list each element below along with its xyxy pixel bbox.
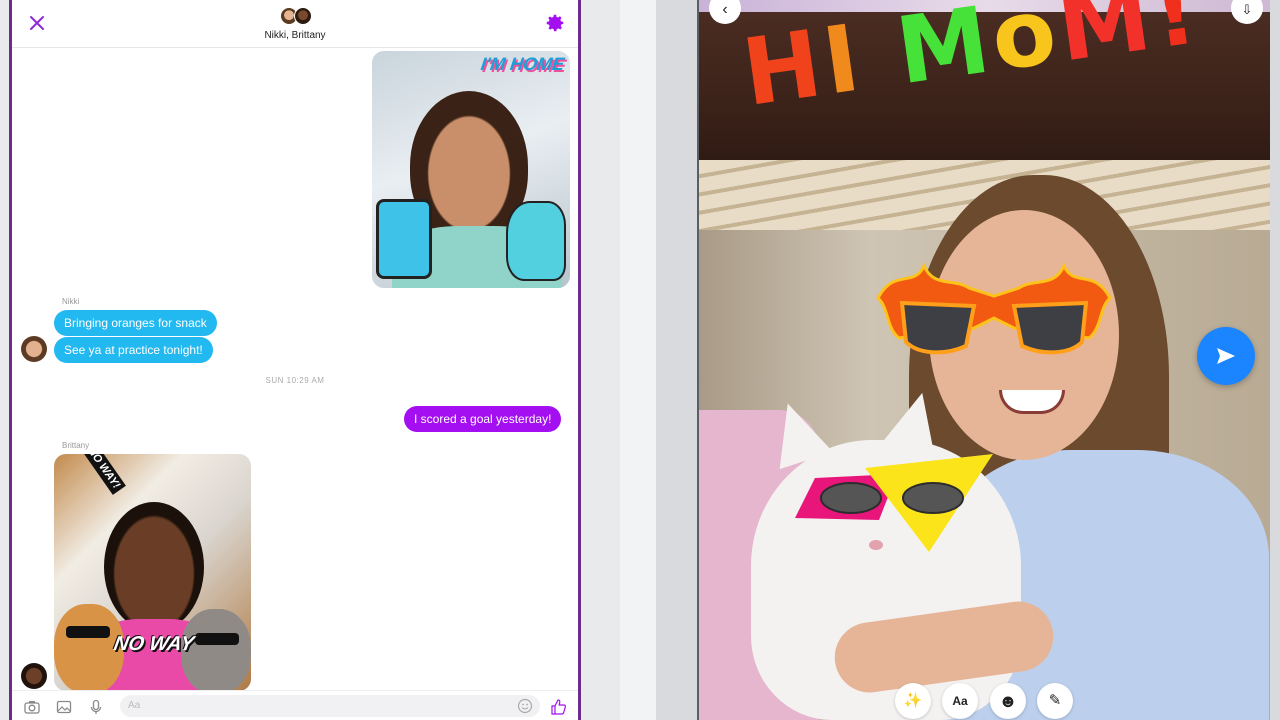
text-tool-button[interactable]: Aa [942,683,978,719]
fire-sunglasses-sticker[interactable] [874,258,1114,362]
avatar-brittany [294,7,312,25]
like-icon[interactable] [550,699,566,715]
geometric-glasses-sticker[interactable] [793,450,993,554]
drawn-letter: o [984,0,1067,92]
chat-header: Nikki, Brittany [12,0,578,48]
left-device: Nikki, Brittany I'M HOME Nikki Bringing … [0,0,620,720]
drawn-letter: H [736,9,832,127]
photo-subject [104,502,204,632]
no-way-text-sticker: NO WAY [112,633,196,655]
avatar-nikki[interactable] [21,336,47,362]
settings-button[interactable] [544,12,566,34]
chevron-left-icon: ‹ [722,1,728,18]
microphone-icon[interactable] [88,699,104,715]
drawn-letter: M [1051,0,1162,83]
smiley-icon: ☻ [998,691,1018,711]
message-composer: Aa [12,690,578,720]
download-icon: ⇩ [1241,2,1253,17]
message-bubble-incoming[interactable]: See ya at practice tonight! [54,337,213,363]
sticker-tool-button[interactable]: ☻ [990,683,1026,719]
text-icon: Aa [952,694,968,708]
message-timestamp: SUN 10:29 AM [265,376,325,385]
no-way-sign-sticker: NO WAY! [81,454,127,496]
sunglasses-sticker [66,626,110,638]
conversation-title[interactable]: Nikki, Brittany [12,30,578,41]
sunglasses-sticker [195,633,239,645]
camera-icon[interactable] [24,699,40,715]
chat-screen: Nikki, Brittany I'M HOME Nikki Bringing … [9,0,581,720]
gear-icon [546,14,564,32]
emoji-icon[interactable] [517,698,533,714]
received-photo-no-way[interactable]: NO WAY! NO WAY [54,454,251,691]
sender-name-brittany: Brittany [62,441,90,450]
camera-editor: HI MoM! ‹ ⇩ ✨ Aa ☻ ✎ [697,0,1270,720]
photo-icon[interactable] [56,699,72,715]
avatar-brittany[interactable] [21,663,47,689]
right-device: HI MoM! ‹ ⇩ ✨ Aa ☻ ✎ [656,0,1280,720]
draw-tool-button[interactable]: ✎ [1037,683,1073,719]
sent-photo-im-home[interactable]: I'M HOME [372,51,570,288]
unicorn-sticker [506,201,566,281]
message-input[interactable]: Aa [120,695,540,717]
send-icon [1217,348,1235,364]
brush-icon: ✎ [1048,692,1062,709]
sender-name-nikki: Nikki [62,297,80,306]
drawn-letter: M [890,0,1000,106]
effects-tool-button[interactable]: ✨ [895,683,931,719]
group-avatars[interactable] [278,7,318,25]
magic-wand-icon: ✨ [903,692,923,709]
im-home-sticker: I'M HOME [479,54,566,74]
send-button[interactable] [1197,327,1255,385]
boombox-sticker [376,199,432,279]
message-bubble-incoming[interactable]: Bringing oranges for snack [54,310,217,336]
message-bubble-outgoing[interactable]: I scored a goal yesterday! [404,406,562,432]
